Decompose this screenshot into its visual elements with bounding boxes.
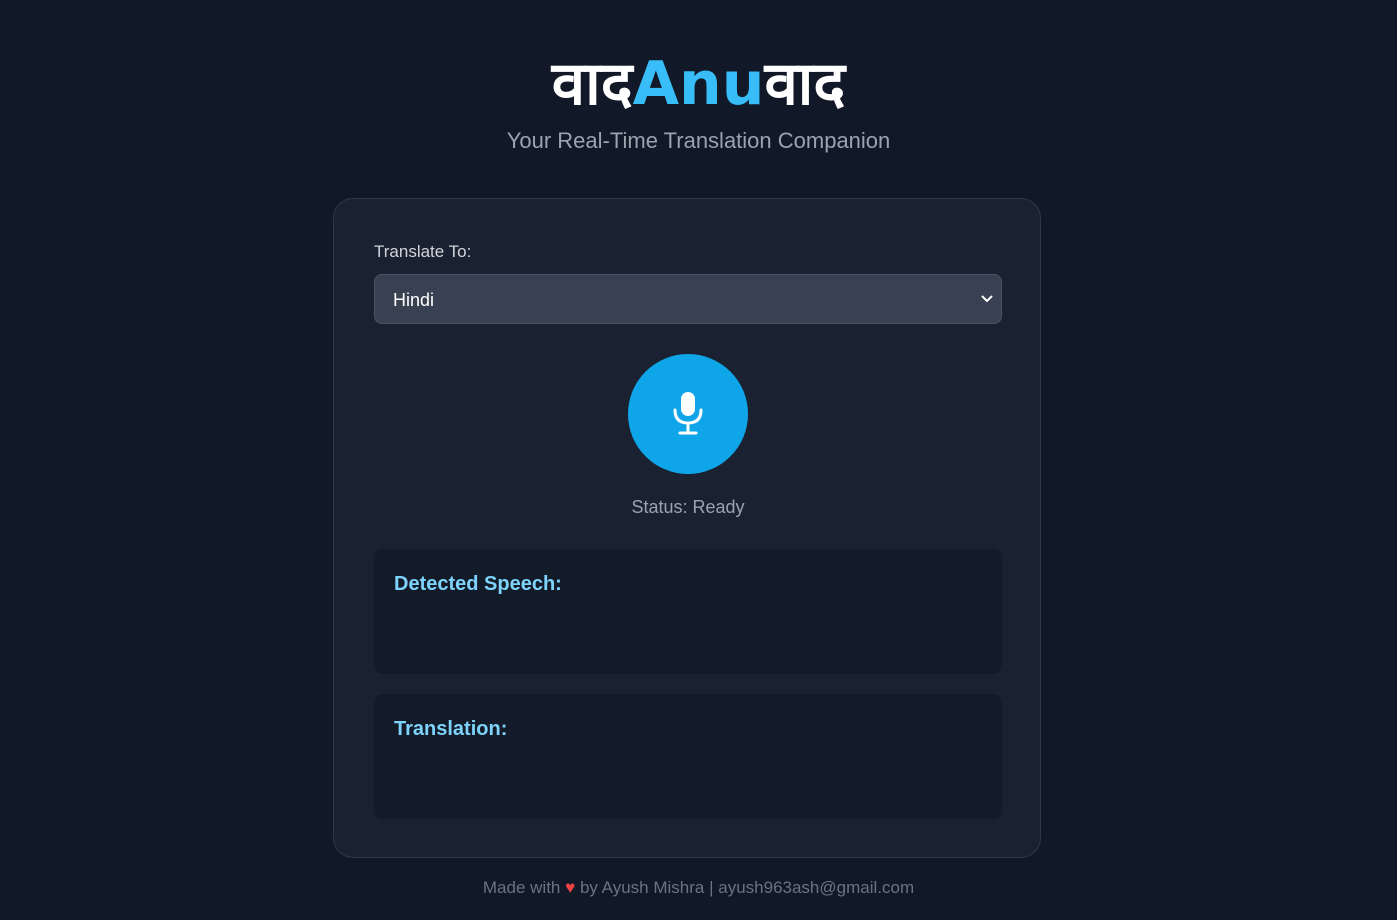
microphone-button[interactable] bbox=[628, 354, 748, 474]
translate-to-label: Translate To: bbox=[374, 242, 472, 261]
heart-icon: ♥ bbox=[565, 878, 576, 897]
title-part-3: वाद bbox=[764, 49, 846, 119]
translation-heading: Translation: bbox=[394, 718, 508, 740]
page: वादAnuवाद Your Real-Time Translation Com… bbox=[0, 0, 1397, 920]
app-title: वादAnuवाद bbox=[0, 44, 1397, 124]
footer-email: ayush963ash@gmail.com bbox=[718, 878, 915, 897]
title-part-2: Anu bbox=[632, 49, 765, 119]
footer: Made with ♥ by Ayush Mishra | ayush963as… bbox=[0, 876, 1397, 900]
language-select[interactable]: Hindi bbox=[374, 274, 1002, 324]
footer-made-with: Made with bbox=[482, 878, 561, 897]
status-text: Status: Ready bbox=[631, 497, 745, 517]
title-part-1: वाद bbox=[551, 49, 633, 119]
chevron-down-icon bbox=[981, 295, 993, 302]
footer-separator: | bbox=[709, 878, 714, 897]
detected-speech-panel: Detected Speech: bbox=[374, 549, 1002, 674]
footer-author: by Ayush Mishra bbox=[579, 878, 705, 897]
translation-panel: Translation: bbox=[374, 694, 1002, 819]
language-select-value: Hindi bbox=[393, 290, 435, 310]
translator-card: Translate To: Hindi Status: Ready Detect… bbox=[333, 198, 1041, 858]
app-subtitle: Your Real-Time Translation Companion bbox=[506, 128, 891, 153]
detected-speech-heading: Detected Speech: bbox=[394, 573, 562, 595]
microphone-icon bbox=[673, 392, 703, 435]
